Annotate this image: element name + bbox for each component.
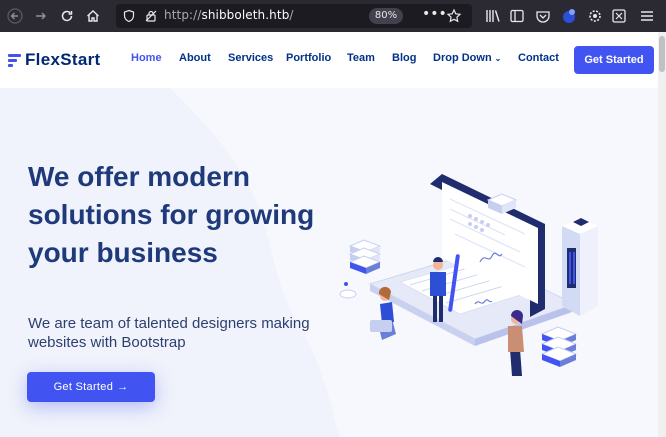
nav-dropdown-label: Drop Down <box>433 52 492 64</box>
forward-arrow-icon <box>36 12 46 20</box>
pocket-icon[interactable] <box>534 7 552 25</box>
logo-text: FlexStart <box>25 50 101 69</box>
back-arrow-icon <box>7 8 23 24</box>
extension-gear-icon[interactable] <box>586 7 604 25</box>
nav-blog[interactable]: Blog <box>392 52 416 64</box>
home-button[interactable] <box>82 5 104 27</box>
hero-subtitle: We are team of talented designers making… <box>28 315 310 351</box>
forward-button[interactable] <box>30 5 52 27</box>
back-button[interactable] <box>4 5 26 27</box>
reload-icon <box>61 10 73 22</box>
shield-icon[interactable] <box>122 9 136 23</box>
header-get-started-button[interactable]: Get Started <box>574 46 654 74</box>
hero-button-label: Get Started <box>53 381 114 393</box>
container-icon[interactable] <box>610 7 628 25</box>
sidebar-icon[interactable] <box>508 7 526 25</box>
browser-toolbar: http://shibboleth.htb/ 80% ••• <box>0 0 666 32</box>
nav-home[interactable]: Home <box>131 52 162 64</box>
bookmark-star-icon[interactable] <box>446 8 462 24</box>
hero-title: We offer modern solutions for growing yo… <box>28 161 315 268</box>
url-host: shibboleth.htb <box>201 8 290 22</box>
nav-about[interactable]: About <box>179 52 211 64</box>
menu-icon[interactable] <box>638 7 656 25</box>
hero-get-started-button[interactable]: Get Started → <box>27 372 155 402</box>
web-page: FlexStart Home About Services Portfolio … <box>0 32 658 437</box>
logo-mark-icon <box>8 54 21 67</box>
hero-illustration <box>339 174 598 376</box>
nav-team[interactable]: Team <box>347 52 375 64</box>
url-path: / <box>289 8 294 22</box>
url-scheme: http:// <box>164 8 202 22</box>
scrollbar-thumb[interactable] <box>659 36 665 72</box>
nav-portfolio[interactable]: Portfolio <box>286 52 331 64</box>
chevron-down-icon: ⌄ <box>494 54 502 63</box>
site-header: FlexStart Home About Services Portfolio … <box>0 32 658 88</box>
extension-icon[interactable] <box>560 7 578 25</box>
insecure-lock-icon[interactable] <box>144 9 158 23</box>
nav-services[interactable]: Services <box>228 52 273 64</box>
address-bar[interactable]: http://shibboleth.htb/ 80% ••• <box>116 4 472 28</box>
nav-contact[interactable]: Contact <box>518 52 559 64</box>
zoom-badge[interactable]: 80% <box>369 8 403 24</box>
url-text[interactable]: http://shibboleth.htb/ <box>164 8 294 22</box>
nav-dropdown[interactable]: Drop Down ⌄ <box>433 52 501 64</box>
library-icon[interactable] <box>484 7 502 25</box>
site-logo[interactable]: FlexStart <box>8 48 100 72</box>
reload-button[interactable] <box>56 5 78 27</box>
arrow-right-icon: → <box>117 381 129 393</box>
home-icon <box>87 10 99 22</box>
page-actions-button[interactable]: ••• <box>422 6 447 22</box>
page-scrollbar[interactable] <box>658 32 666 437</box>
